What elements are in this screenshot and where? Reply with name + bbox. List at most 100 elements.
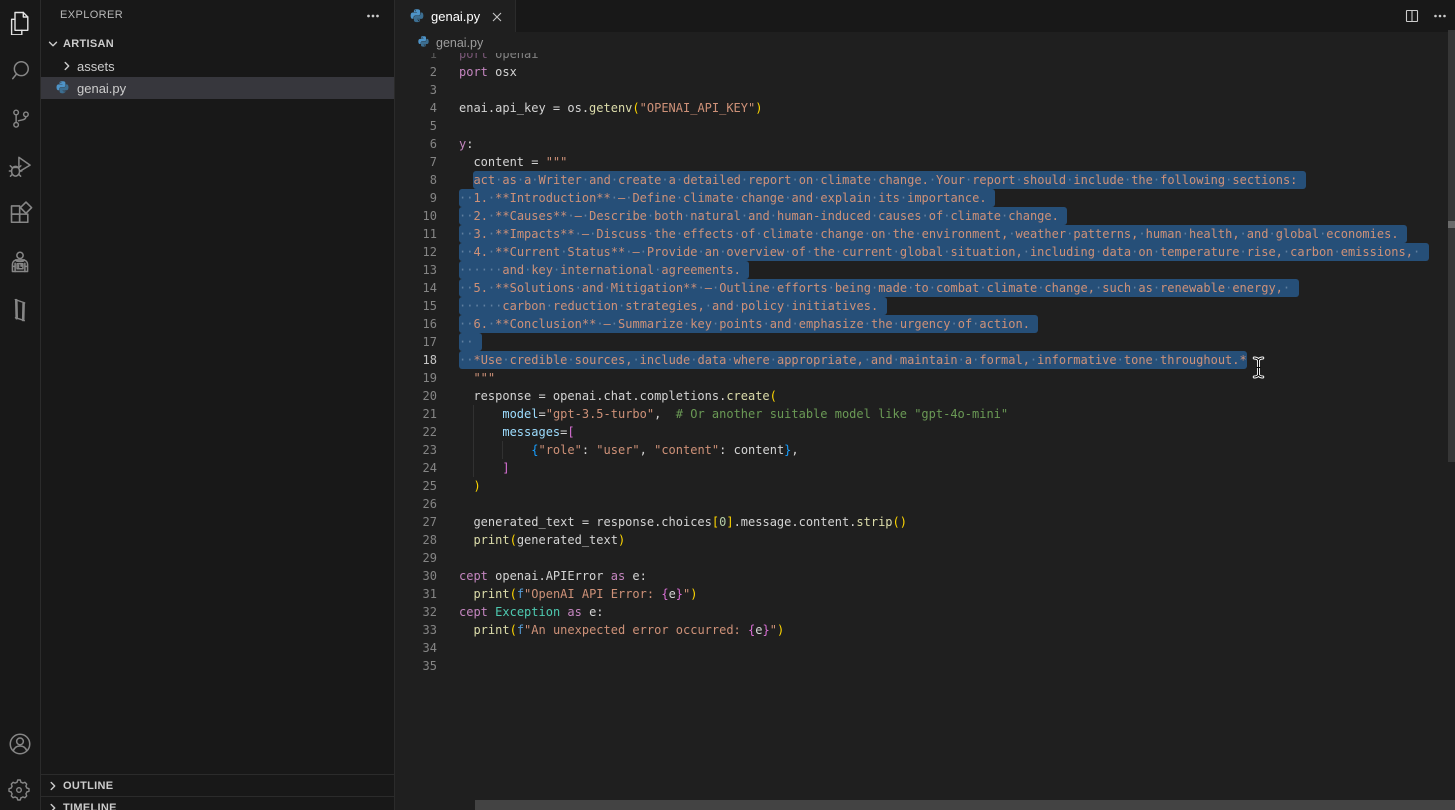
code-line-1[interactable]: 1port openai [396, 53, 1455, 63]
code-line-4[interactable]: 4 enai.api_key = os.getenv("OPENAI_API_KE… [396, 99, 1455, 117]
code-line-25[interactable]: 25 ) [396, 477, 1455, 495]
code-line-27[interactable]: 27 generated_text = response.choices[0].… [396, 513, 1455, 531]
python-file-icon [409, 9, 425, 25]
activitybar-search-search-icon[interactable] [0, 50, 40, 90]
code-line-18[interactable]: 18 ··*Use·credible·sources,·include·data·… [396, 351, 1455, 369]
selection: ······carbon·reduction·strategies,·and·p… [459, 297, 887, 315]
code-line-17[interactable]: 17·· [396, 333, 1455, 351]
editor-actions [1400, 5, 1452, 27]
code-line-35[interactable]: 35 [396, 657, 1455, 675]
line-text: print(generated_text) [459, 531, 625, 549]
activitybar-accounts-account-icon[interactable] [0, 724, 40, 764]
code-line-9[interactable]: 9··1.·**Introduction**·–·Define·climate·… [396, 189, 1455, 207]
line-text: ······carbon·reduction·strategies,·and·p… [459, 297, 887, 315]
code-line-19[interactable]: 19 """ [396, 369, 1455, 387]
line-text: ··3.·**Impacts**·–·Discuss·the·effects·o… [459, 225, 1407, 243]
tree-item-assets[interactable]: assets [41, 55, 394, 77]
activitybar-run-debug-debug-icon[interactable] [0, 146, 40, 186]
code-line-2[interactable]: 2port osx [396, 63, 1455, 81]
line-number: 11 [396, 225, 437, 243]
workspace-folder-label: ARTISAN [63, 38, 114, 50]
code-line-26[interactable]: 26 [396, 495, 1455, 513]
tab-genai-py[interactable]: genai.py [396, 0, 516, 33]
line-number: 2 [396, 63, 437, 81]
line-text: ) [459, 477, 481, 495]
sidebar-section-outline[interactable]: OUTLINE [41, 774, 394, 796]
activitybar-explorer-files-icon[interactable] [0, 2, 40, 42]
code-line-21[interactable]: 21 model="gpt-3.5-turbo", # Or another s… [396, 405, 1455, 423]
line-number: 1 [396, 53, 437, 63]
line-number: 4 [396, 99, 437, 117]
workspace-folder-row[interactable]: ARTISAN [41, 33, 394, 55]
code-line-30[interactable]: 30cept openai.APIError as e: [396, 567, 1455, 585]
line-text: ··*Use·credible·sources,·include·data·wh… [459, 351, 1247, 369]
line-number: 32 [396, 603, 437, 621]
line-number: 29 [396, 549, 437, 567]
tab-close-icon[interactable] [487, 7, 507, 27]
line-text: """ [459, 369, 495, 387]
editor-more-actions-icon[interactable] [1428, 5, 1452, 27]
code-line-33[interactable]: 33 print(f"An unexpected error occurred:… [396, 621, 1455, 639]
code-line-29[interactable]: 29 [396, 549, 1455, 567]
chevron-right-icon [45, 800, 61, 810]
code-line-11[interactable]: 11 ··3.·**Impacts**·–·Discuss·the·effects… [396, 225, 1455, 243]
line-number: 20 [396, 387, 437, 405]
line-text: enai.api_key = os.getenv("OPENAI_API_KEY… [459, 99, 762, 117]
sidebar-section-timeline[interactable]: TIMELINE [41, 796, 394, 810]
code-line-14[interactable]: 14··5.·**Solutions·and·Mitigation**·–·Ou… [396, 279, 1455, 297]
line-text: model="gpt-3.5-turbo", # Or another suit… [459, 405, 1008, 423]
line-number: 31 [396, 585, 437, 603]
activitybar-settings-gear-icon[interactable] [0, 770, 40, 810]
code-line-31[interactable]: 31 print(f"OpenAI API Error: {e}") [396, 585, 1455, 603]
activitybar-panel-extra-slanted-sheet-icon[interactable] [0, 290, 40, 330]
line-number: 22 [396, 423, 437, 441]
vertical-scrollbar[interactable] [1448, 30, 1455, 462]
code-line-20[interactable]: 20 response = openai.chat.completions.cr… [396, 387, 1455, 405]
line-number: 8 [396, 171, 437, 189]
line-number: 14 [396, 279, 437, 297]
line-text: {"role": "user", "content": content}, [459, 441, 799, 459]
code-line-34[interactable]: 34 [396, 639, 1455, 657]
line-number: 27 [396, 513, 437, 531]
code-line-6[interactable]: 6y: [396, 135, 1455, 153]
line-number: 30 [396, 567, 437, 585]
line-number: 18 [396, 351, 437, 369]
activitybar-person-badge-person-badge-icon[interactable] [0, 242, 40, 282]
code-line-8[interactable]: 8 act·as·a·Writer·and·create·a·detailed·… [396, 171, 1455, 189]
overview-ruler-cursor-mark [1448, 221, 1455, 228]
code-line-24[interactable]: 24 ] [396, 459, 1455, 477]
horizontal-scrollbar[interactable] [475, 800, 1455, 810]
indent-guide [502, 441, 503, 459]
activitybar-source-control-source-control-icon[interactable] [0, 98, 40, 138]
code-line-7[interactable]: 7 content = """ [396, 153, 1455, 171]
line-text: ] [459, 459, 510, 477]
activitybar-extensions-extensions-icon[interactable] [0, 194, 40, 234]
tree-item-genai-py[interactable]: genai.py [41, 77, 394, 99]
vscode-window: EXPLORER ARTISANassets genai.py OUTLINET… [0, 0, 1455, 810]
line-text: cept Exception as e: [459, 603, 604, 621]
tree-item-label: genai.py [77, 81, 126, 96]
code-line-3[interactable]: 3 [396, 81, 1455, 99]
python-file-icon [54, 80, 70, 96]
code-line-16[interactable]: 16··6.·**Conclusion**·–·Summarize·key·po… [396, 315, 1455, 333]
chevron-right-icon [45, 778, 61, 794]
code-line-10[interactable]: 10··2.·**Causes**·–·Describe·both·natura… [396, 207, 1455, 225]
activity-bar [0, 0, 41, 810]
explorer-more-actions-icon[interactable] [362, 5, 384, 27]
selection: ··*Use·credible·sources,·include·data·wh… [459, 351, 1247, 369]
code-line-12[interactable]: 12··4.·**Current·Status**·–·Provide·an·o… [396, 243, 1455, 261]
split-editor-icon[interactable] [1400, 5, 1424, 27]
code-line-5[interactable]: 5 [396, 117, 1455, 135]
line-number: 35 [396, 657, 437, 675]
code-line-15[interactable]: 15······carbon·reduction·strategies,·and… [396, 297, 1455, 315]
selection: ·· [459, 333, 482, 351]
line-number: 10 [396, 207, 437, 225]
code-line-28[interactable]: 28 print(generated_text) [396, 531, 1455, 549]
breadcrumb-file[interactable]: genai.py [436, 36, 483, 50]
code-editor[interactable]: 1port openai2port osx34enai.api_key = os… [396, 53, 1455, 810]
code-line-13[interactable]: 13······and·key·international·agreements… [396, 261, 1455, 279]
code-line-23[interactable]: 23 {"role": "user", "content": content}, [396, 441, 1455, 459]
line-number: 34 [396, 639, 437, 657]
code-line-32[interactable]: 32 cept Exception as e: [396, 603, 1455, 621]
code-line-22[interactable]: 22 messages=[ [396, 423, 1455, 441]
